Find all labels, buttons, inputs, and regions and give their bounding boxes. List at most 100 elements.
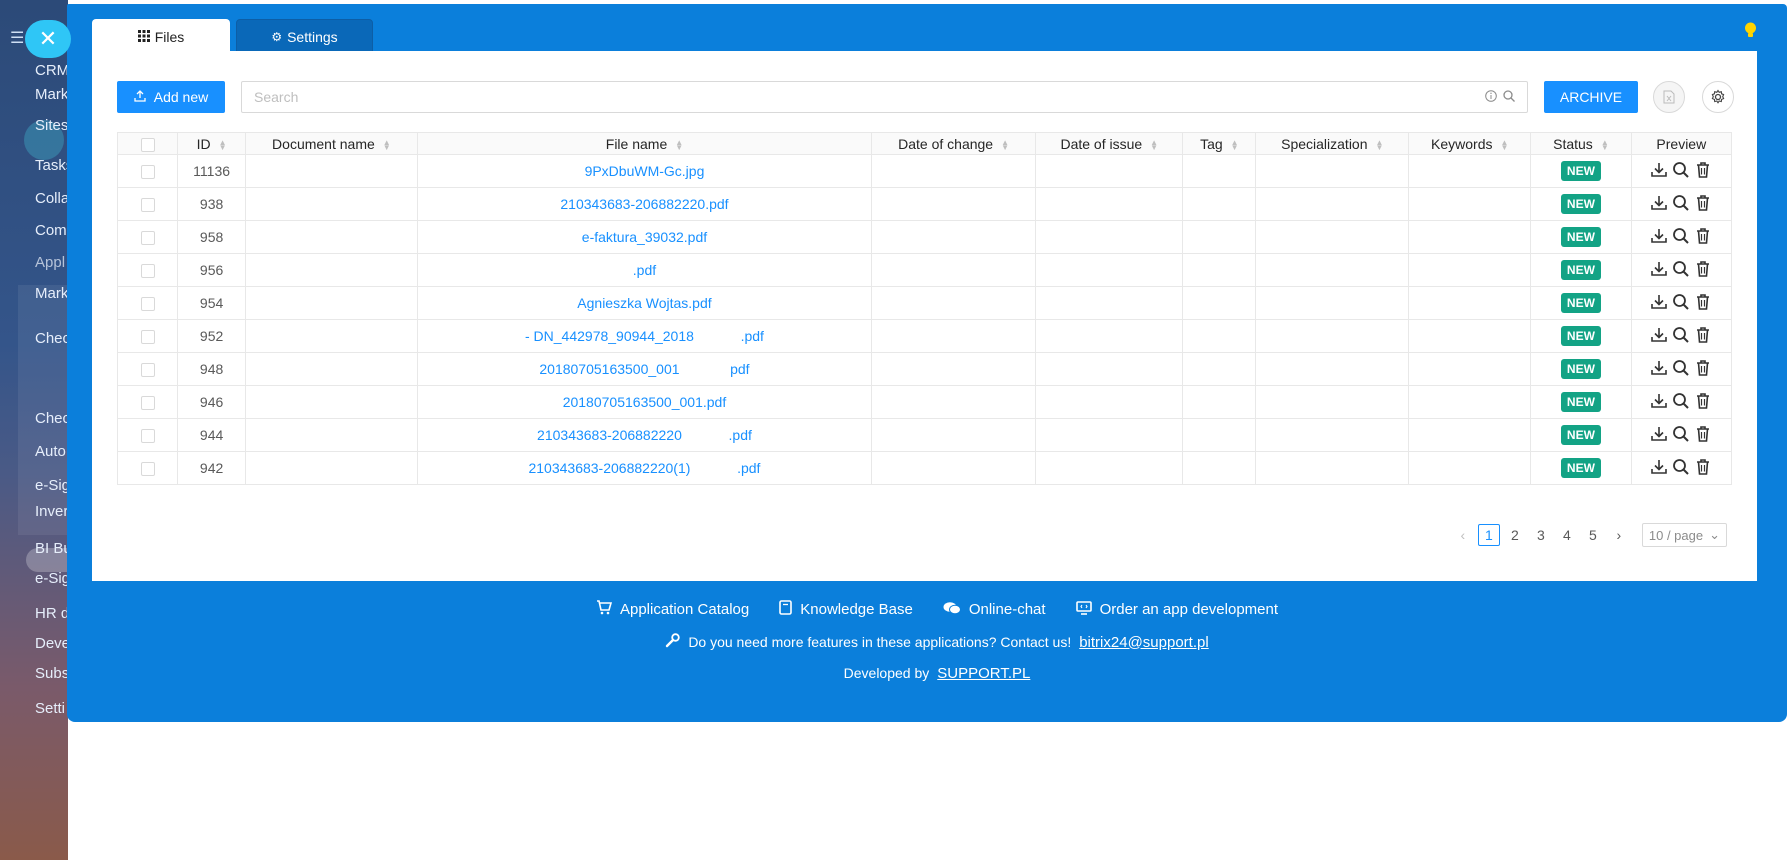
- info-icon[interactable]: [1485, 89, 1497, 105]
- background-sidebar-item[interactable]: Tasks: [35, 157, 68, 174]
- row-checkbox[interactable]: [140, 264, 155, 279]
- close-slider-button[interactable]: ✕: [25, 20, 71, 58]
- column-header-document-name[interactable]: Document name ▲ ▼: [244, 132, 418, 155]
- page-3-button[interactable]: 3: [1530, 524, 1552, 546]
- trash-icon[interactable]: [1693, 259, 1713, 282]
- row-checkbox-cell[interactable]: [116, 253, 179, 287]
- magnifier-preview-icon[interactable]: [1671, 292, 1691, 315]
- column-header-file-name[interactable]: File name ▲ ▼: [416, 132, 872, 155]
- file-name-link[interactable]: - DN_442978_90944_2018 .pdf: [525, 328, 764, 344]
- row-checkbox[interactable]: [140, 363, 155, 378]
- row-checkbox-cell[interactable]: [116, 385, 179, 419]
- row-checkbox[interactable]: [140, 165, 155, 180]
- row-checkbox[interactable]: [140, 462, 155, 477]
- background-sidebar-item[interactable]: Colla: [35, 190, 68, 207]
- table-row[interactable]: 938 210343683-206882220.pdf NEW: [116, 187, 1733, 221]
- column-header-status[interactable]: Status ▲ ▼: [1530, 132, 1632, 155]
- add-new-button[interactable]: Add new: [117, 81, 225, 113]
- magnifier-preview-icon[interactable]: [1671, 193, 1691, 216]
- sort-icon[interactable]: ▲ ▼: [1601, 138, 1609, 151]
- table-row[interactable]: 944 210343683-206882220 .pdf NEW: [116, 418, 1733, 452]
- row-checkbox-cell[interactable]: [116, 286, 179, 320]
- column-header-id[interactable]: ID ▲ ▼: [177, 132, 246, 155]
- file-name-link[interactable]: .pdf: [633, 262, 656, 278]
- page-4-button[interactable]: 4: [1556, 524, 1578, 546]
- file-name-link[interactable]: Agnieszka Wojtas.pdf: [577, 295, 711, 311]
- prev-page-icon[interactable]: ‹: [1452, 524, 1474, 546]
- page-5-button[interactable]: 5: [1582, 524, 1604, 546]
- row-checkbox-cell[interactable]: [116, 451, 179, 485]
- page-size-select[interactable]: 10 / page ⌄: [1641, 523, 1727, 547]
- footer-link-knowledge-base[interactable]: Knowledge Base: [779, 600, 913, 619]
- search-input[interactable]: [254, 89, 1485, 105]
- background-sidebar-item[interactable]: BI Bu: [35, 540, 68, 557]
- download-icon[interactable]: [1649, 358, 1669, 381]
- background-sidebar-item[interactable]: Chec: [35, 410, 68, 427]
- sort-icon[interactable]: ▲ ▼: [1500, 138, 1508, 151]
- search-icon[interactable]: [1503, 89, 1515, 105]
- table-row[interactable]: 11136 9PxDbuWM-Gc.jpg NEW: [116, 154, 1733, 188]
- background-sidebar-item[interactable]: Sites: [35, 117, 68, 134]
- row-checkbox[interactable]: [140, 198, 155, 213]
- file-name-link[interactable]: e-faktura_39032.pdf: [582, 229, 707, 245]
- magnifier-preview-icon[interactable]: [1671, 391, 1691, 414]
- sort-icon[interactable]: ▲ ▼: [1376, 138, 1384, 151]
- footer-link-application-catalog[interactable]: Application Catalog: [596, 600, 749, 619]
- background-sidebar-item[interactable]: Appl: [35, 254, 65, 271]
- download-icon[interactable]: [1649, 160, 1669, 183]
- background-sidebar-item[interactable]: Subs: [35, 665, 68, 682]
- sort-icon[interactable]: ▲ ▼: [1001, 138, 1009, 151]
- row-checkbox[interactable]: [140, 429, 155, 444]
- footer-link-order-app[interactable]: Order an app development: [1075, 600, 1278, 619]
- developer-link[interactable]: SUPPORT.PL: [937, 665, 1030, 682]
- sort-icon[interactable]: ▲ ▼: [219, 138, 227, 151]
- row-checkbox-cell[interactable]: [116, 352, 179, 386]
- table-row[interactable]: 942 210343683-206882220(1) .pdf NEW: [116, 451, 1733, 485]
- table-row[interactable]: 956 .pdf NEW: [116, 253, 1733, 287]
- sort-icon[interactable]: ▲ ▼: [1150, 138, 1158, 151]
- page-2-button[interactable]: 2: [1504, 524, 1526, 546]
- magnifier-preview-icon[interactable]: [1671, 259, 1691, 282]
- contact-email-link[interactable]: bitrix24@support.pl: [1079, 634, 1208, 651]
- archive-button[interactable]: ARCHIVE: [1544, 81, 1638, 113]
- column-header-date-of-change[interactable]: Date of change ▲ ▼: [870, 132, 1037, 155]
- background-sidebar-item[interactable]: CRM: [35, 62, 68, 79]
- row-checkbox-cell[interactable]: [116, 319, 179, 353]
- download-icon[interactable]: [1649, 325, 1669, 348]
- row-checkbox[interactable]: [140, 231, 155, 246]
- magnifier-preview-icon[interactable]: [1671, 226, 1691, 249]
- row-checkbox[interactable]: [140, 297, 155, 312]
- background-sidebar-item[interactable]: Deve: [35, 635, 68, 652]
- download-icon[interactable]: [1649, 391, 1669, 414]
- file-name-link[interactable]: 20180705163500_001 pdf: [539, 361, 749, 377]
- file-name-link[interactable]: 210343683-206882220.pdf: [560, 196, 728, 212]
- footer-link-online-chat[interactable]: Online-chat: [943, 600, 1046, 619]
- trash-icon[interactable]: [1693, 160, 1713, 183]
- trash-icon[interactable]: [1693, 292, 1713, 315]
- trash-icon[interactable]: [1693, 193, 1713, 216]
- background-sidebar-item[interactable]: Com: [35, 222, 67, 239]
- table-settings-gear-icon[interactable]: [1702, 81, 1734, 113]
- page-1-button[interactable]: 1: [1477, 524, 1500, 546]
- next-page-icon[interactable]: ›: [1608, 524, 1630, 546]
- magnifier-preview-icon[interactable]: [1671, 160, 1691, 183]
- column-header-tag[interactable]: Tag ▲ ▼: [1182, 132, 1257, 155]
- sort-icon[interactable]: ▲ ▼: [383, 138, 391, 151]
- background-sidebar-item[interactable]: Chec: [35, 330, 68, 347]
- select-all-checkbox-cell[interactable]: [116, 132, 179, 155]
- background-sidebar-item[interactable]: Inver: [35, 503, 68, 520]
- select-all-checkbox[interactable]: [140, 137, 155, 152]
- menu-icon[interactable]: ☰: [10, 28, 24, 48]
- trash-icon[interactable]: [1693, 424, 1713, 447]
- magnifier-preview-icon[interactable]: [1671, 325, 1691, 348]
- download-icon[interactable]: [1649, 292, 1669, 315]
- background-sidebar-item[interactable]: Mark: [35, 86, 68, 103]
- download-icon[interactable]: [1649, 259, 1669, 282]
- row-checkbox-cell[interactable]: [116, 220, 179, 254]
- table-row[interactable]: 946 20180705163500_001.pdf NEW: [116, 385, 1733, 419]
- table-row[interactable]: 952 - DN_442978_90944_2018 .pdf NEW: [116, 319, 1733, 353]
- column-header-keywords[interactable]: Keywords ▲ ▼: [1408, 132, 1532, 155]
- tab-settings[interactable]: ⚙ Settings: [236, 19, 373, 55]
- column-header-specialization[interactable]: Specialization ▲ ▼: [1255, 132, 1410, 155]
- trash-icon[interactable]: [1693, 391, 1713, 414]
